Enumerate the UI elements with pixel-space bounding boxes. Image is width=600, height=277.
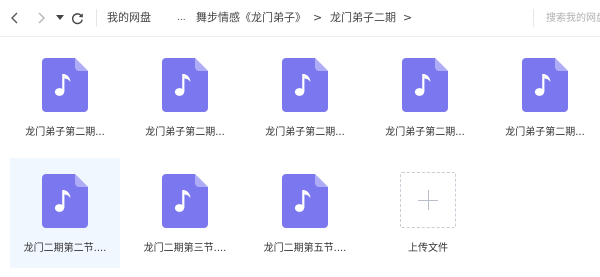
file-name: 龙门弟子第二期... [25, 127, 105, 138]
chevron-right-icon [38, 12, 45, 24]
music-file-icon [162, 58, 208, 112]
upload-file-tile[interactable]: 上传文件 [373, 158, 483, 268]
file-name: 龙门弟子第二期... [265, 127, 345, 138]
file-name: 龙门弟子第二期... [385, 127, 465, 138]
refresh-button[interactable] [69, 8, 85, 28]
toolbar: 我的网盘 ... 舞步情感《龙门弟子》 > 龙门弟子二期 > [0, 0, 600, 37]
breadcrumb-parent[interactable]: 舞步情感《龙门弟子》 [196, 10, 306, 26]
file-item[interactable]: 龙门二期第三节.... [130, 158, 240, 268]
file-name: 龙门二期第五节.... [263, 243, 347, 254]
caret-down-icon [56, 15, 64, 20]
history-dropdown-button[interactable] [55, 8, 65, 28]
music-file-icon [402, 58, 448, 112]
music-file-icon [522, 58, 568, 112]
file-item[interactable]: 龙门弟子第二期... [250, 42, 360, 152]
file-name: 龙门二期第二节.... [23, 243, 107, 254]
music-file-icon [282, 174, 328, 228]
netdisk-window: 我的网盘 ... 舞步情感《龙门弟子》 > 龙门弟子二期 > 龙门弟子第二期..… [0, 0, 600, 277]
breadcrumb-separator: > [403, 11, 413, 24]
forward-button[interactable] [33, 8, 49, 28]
upload-dropzone[interactable] [400, 172, 456, 228]
file-name: 龙门二期第三节.... [143, 243, 227, 254]
breadcrumb-separator: > [313, 11, 323, 24]
search-divider [533, 9, 534, 27]
breadcrumb-ellipsis[interactable]: ... [177, 10, 186, 26]
file-item[interactable]: 龙门弟子第二期... [490, 42, 600, 152]
search-input[interactable] [538, 6, 600, 30]
back-button[interactable] [7, 8, 23, 28]
chevron-left-icon [11, 12, 18, 24]
file-name: 龙门弟子第二期... [505, 127, 585, 138]
music-file-icon [42, 174, 88, 228]
file-item[interactable]: 龙门弟子第二期... [130, 42, 240, 152]
breadcrumb-root[interactable]: 我的网盘 [107, 10, 151, 26]
file-item[interactable]: 龙门二期第五节.... [250, 158, 360, 268]
music-file-icon [162, 174, 208, 228]
file-item[interactable]: 龙门弟子第二期... [370, 42, 480, 152]
file-name: 龙门弟子第二期... [145, 127, 225, 138]
music-file-icon [42, 58, 88, 112]
file-grid: 龙门弟子第二期... 龙门弟子第二期... 龙门弟子第二期... 龙门弟子第二期… [0, 37, 600, 277]
breadcrumb-current: 龙门弟子二期 [330, 11, 396, 24]
upload-label: 上传文件 [408, 243, 448, 254]
refresh-icon [71, 12, 83, 24]
toolbar-divider [96, 9, 97, 27]
music-file-icon [282, 58, 328, 112]
file-item[interactable]: 龙门弟子第二期... [10, 42, 120, 152]
file-item-selected[interactable]: 龙门二期第二节.... [10, 158, 120, 268]
